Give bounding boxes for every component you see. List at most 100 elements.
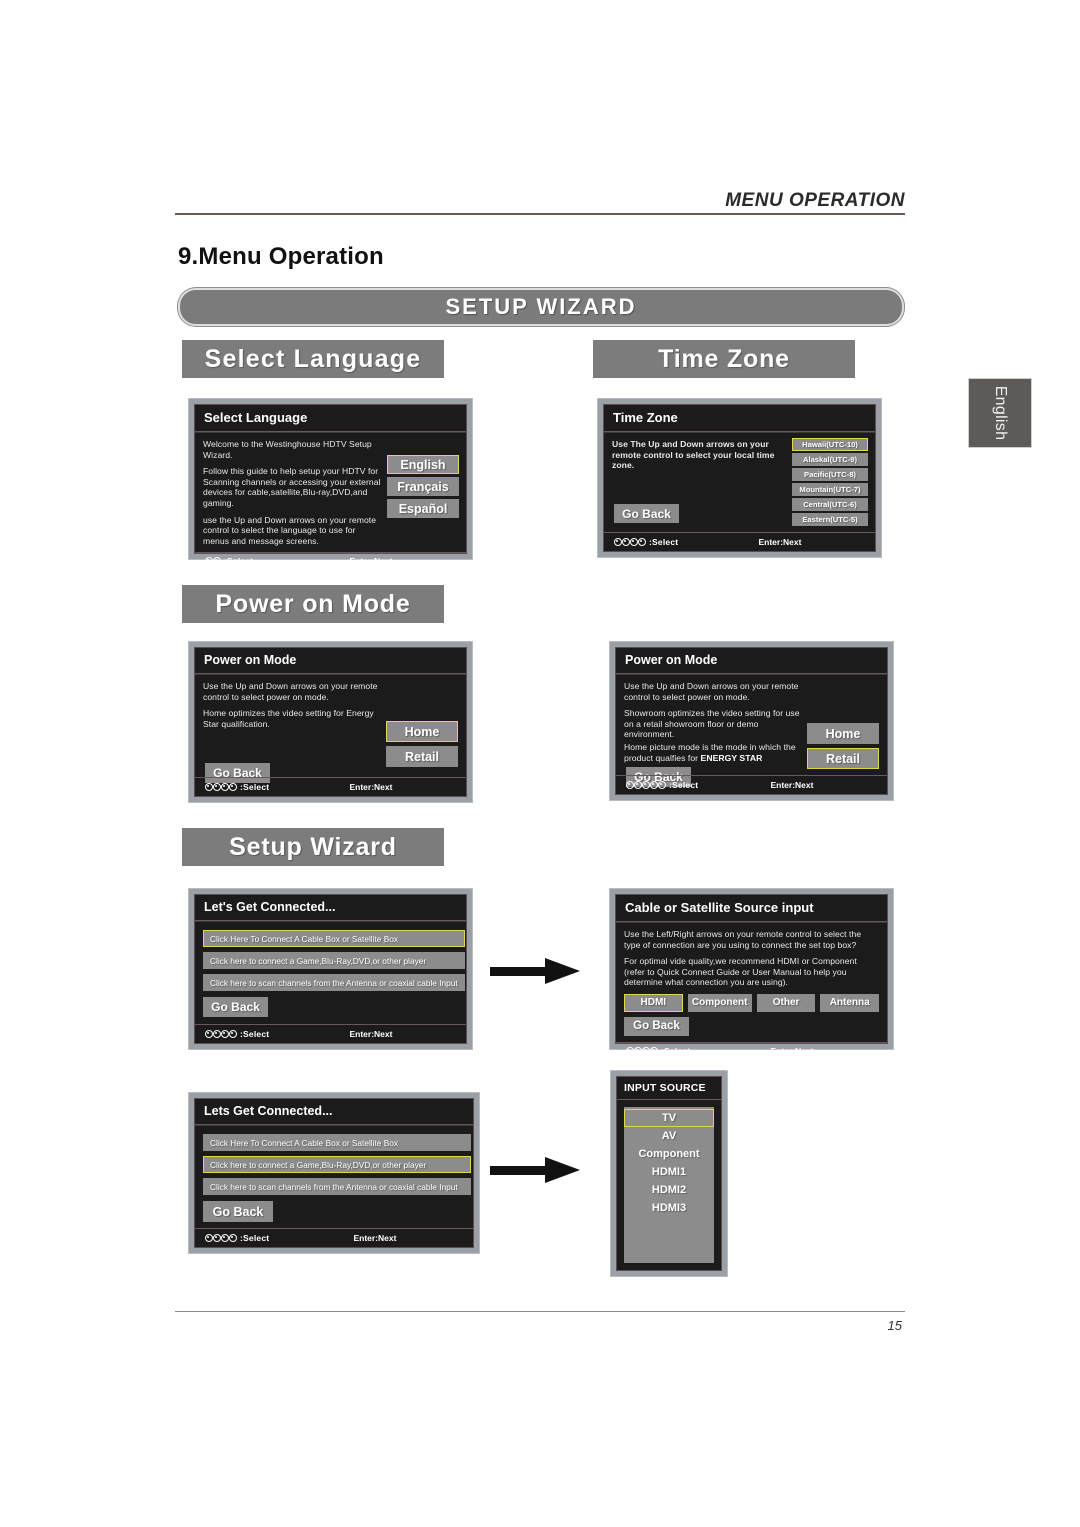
dpad-dots-icon — [205, 1234, 237, 1242]
dpad-dots-icon — [205, 1030, 237, 1038]
footer-select-label: :Select — [240, 1029, 270, 1039]
osd-time-zone: Time Zone Use The Up and Down arrows on … — [597, 398, 882, 558]
footer-enter-hint: Enter:Next — [349, 782, 393, 792]
power-mode-option-home[interactable]: Home — [807, 723, 879, 744]
osd-title: Let's Get Connected... — [195, 895, 466, 921]
power-mode-options: Home Retail — [807, 723, 879, 769]
osd-input-source: INPUT SOURCE TV AV Component HDMI1 HDMI2… — [610, 1070, 728, 1277]
running-head: MENU OPERATION — [725, 190, 905, 211]
timezone-option-pacific[interactable]: Pacific(UTC-8) — [792, 468, 868, 481]
osd-title: Cable or Satellite Source input — [616, 895, 887, 922]
osd-paragraph: Welcome to the Westinghouse HDTV Setup W… — [203, 439, 372, 460]
footer-select-label: :Select — [649, 537, 679, 547]
input-source-option-component[interactable]: Component — [624, 1145, 714, 1163]
footer-select-hint: :Select — [205, 556, 253, 566]
osd-paragraph: Use The Up and Down arrows on your remot… — [612, 439, 775, 471]
language-side-tab-label: English — [992, 385, 1009, 441]
timezone-option-mountain[interactable]: Mountain(UTC-7) — [792, 483, 868, 496]
footer-select-hint: :Select — [205, 1233, 269, 1243]
osd-title: Power on Mode — [195, 648, 466, 674]
connection-options: Click Here To Connect A Cable Box or Sat… — [203, 1134, 471, 1195]
power-mode-option-retail[interactable]: Retail — [386, 746, 458, 767]
osd-paragraph: Follow this guide to help setup your HDT… — [203, 466, 381, 508]
dpad-dots-icon — [626, 1046, 658, 1055]
osd-power-on-mode-retail: Power on Mode Use the Up and Down arrows… — [609, 641, 894, 801]
footer-select-hint: :Select — [626, 780, 698, 790]
connect-game-player-option[interactable]: Click here to connect a Game,Blu-Ray,DVD… — [203, 1156, 471, 1173]
footer-enter-hint: Enter:Next — [770, 1045, 814, 1056]
osd-paragraph: Use the Left/Right arrows on your remote… — [624, 929, 862, 950]
timezone-options: Hawaii(UTC-10) Alaskal(UTC-9) Pacific(UT… — [792, 438, 868, 526]
connect-game-player-option[interactable]: Click here to connect a Game,Blu-Ray,DVD… — [203, 952, 465, 969]
timezone-option-eastern[interactable]: Eastern(UTC-5) — [792, 513, 868, 526]
flow-arrow-icon — [490, 1157, 585, 1183]
language-option-english[interactable]: English — [387, 455, 459, 474]
go-back-button[interactable]: Go Back — [203, 997, 268, 1017]
input-source-option-av[interactable]: AV — [624, 1127, 714, 1145]
dpad-dots-icon — [614, 538, 646, 546]
timezone-option-alaska[interactable]: Alaskal(UTC-9) — [792, 453, 868, 466]
dpad-dots-icon — [205, 557, 221, 566]
footer-select-hint: :Select — [614, 537, 678, 547]
source-option-antenna[interactable]: Antenna — [820, 993, 879, 1012]
input-source-option-hdmi2[interactable]: HDMI2 — [624, 1181, 714, 1199]
footer-enter-hint: Enter:Next — [349, 1029, 393, 1039]
footer-select-label: :Select — [240, 1233, 270, 1243]
go-back-button[interactable]: Go Back — [624, 1016, 689, 1036]
go-back-button[interactable]: Go Back — [614, 504, 679, 523]
connect-cable-box-option[interactable]: Click Here To Connect A Cable Box or Sat… — [203, 1134, 471, 1151]
osd-title: INPUT SOURCE — [617, 1077, 721, 1100]
footer-select-label: :Select — [240, 782, 270, 792]
osd-paragraph: use the Up and Down arrows on your remot… — [203, 514, 377, 546]
footer-rule — [175, 1311, 905, 1312]
footer-select-hint: :Select — [205, 782, 269, 792]
power-mode-options: Home Retail — [386, 721, 458, 767]
osd-cable-satellite-source: Cable or Satellite Source input Use the … — [609, 888, 894, 1056]
power-mode-option-home[interactable]: Home — [386, 721, 458, 742]
connection-options: Click Here To Connect A Cable Box or Sat… — [203, 930, 465, 991]
source-type-options: HDMI Component Other Antenna — [624, 993, 879, 1012]
osd-paragraph: Showroom optimizes the video setting for… — [624, 708, 800, 740]
footer-select-label: :Select — [224, 556, 254, 567]
banner-setup-wizard: Setup Wizard — [182, 828, 444, 866]
flow-arrow-icon — [490, 958, 585, 984]
language-option-espanol[interactable]: Español — [387, 499, 459, 518]
banner-time-zone: Time Zone — [593, 340, 855, 378]
page-number: 15 — [887, 1318, 902, 1333]
header-rule — [175, 213, 905, 215]
input-source-option-hdmi1[interactable]: HDMI1 — [624, 1163, 714, 1181]
osd-paragraph: Use the Up and Down arrows on your remot… — [203, 681, 378, 702]
source-option-hdmi[interactable]: HDMI — [624, 993, 683, 1012]
page-title: 9.Menu Operation — [178, 243, 384, 270]
osd-paragraph: For optimal vide quality,we recommend HD… — [624, 956, 857, 988]
banner-power-on-mode: Power on Mode — [182, 585, 444, 623]
osd-lets-get-connected-cable: Let's Get Connected... Click Here To Con… — [188, 888, 473, 1050]
banner-select-language-label: Select Language — [204, 344, 422, 373]
footer-select-hint: :Select — [205, 1029, 269, 1039]
timezone-option-hawaii[interactable]: Hawaii(UTC-10) — [792, 438, 868, 451]
go-back-button[interactable]: Go Back — [203, 1201, 273, 1222]
banner-select-language: Select Language — [182, 340, 444, 378]
input-source-option-hdmi3[interactable]: HDMI3 — [624, 1199, 714, 1217]
footer-enter-hint: Enter:Next — [758, 537, 802, 547]
osd-paragraph: Use the Up and Down arrows on your remot… — [624, 681, 799, 702]
connect-cable-box-option[interactable]: Click Here To Connect A Cable Box or Sat… — [203, 930, 465, 947]
setup-wizard-banner: SETUP WIZARD — [178, 288, 904, 326]
dpad-dots-icon — [205, 783, 237, 791]
osd-title: Time Zone — [604, 405, 875, 432]
scan-channels-option[interactable]: Click here to scan channels from the Ant… — [203, 974, 465, 991]
source-option-other[interactable]: Other — [756, 993, 816, 1012]
source-option-component[interactable]: Component — [687, 993, 752, 1012]
scan-channels-option[interactable]: Click here to scan channels from the Ant… — [203, 1178, 471, 1195]
language-options: English Français Español — [387, 455, 459, 518]
power-mode-option-retail[interactable]: Retail — [807, 748, 879, 769]
osd-title: Power on Mode — [616, 648, 887, 674]
dpad-dots-icon — [626, 781, 666, 789]
osd-title: Select Language — [195, 405, 466, 432]
footer-select-label: :Select — [661, 1045, 691, 1056]
osd-title: Lets Get Connected... — [195, 1099, 473, 1125]
language-option-francais[interactable]: Français — [387, 477, 459, 496]
osd-power-on-mode-home: Power on Mode Use the Up and Down arrows… — [188, 641, 473, 803]
input-source-option-tv[interactable]: TV — [624, 1109, 714, 1127]
timezone-option-central[interactable]: Central(UTC-6) — [792, 498, 868, 511]
